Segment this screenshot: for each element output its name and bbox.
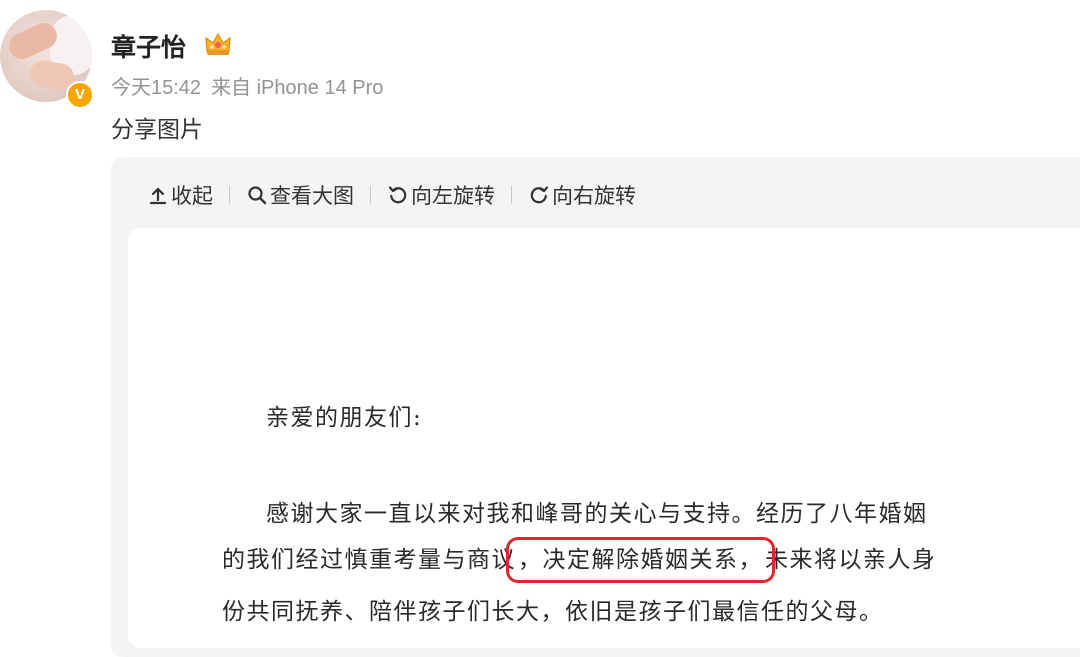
image-toolbar: 收起 查看大图 向左旋转 向右旋转 [147,179,636,211]
letter-line-part: 未来将以亲人身 [765,547,937,573]
verified-badge-icon: V [66,81,94,109]
post-time[interactable]: 今天15:42 [111,77,201,99]
search-icon [248,186,267,205]
crown-icon[interactable] [203,29,233,59]
letter-greeting: 亲爱的朋友们: [266,405,423,431]
collapse-icon [149,187,167,205]
rotate-left-button[interactable]: 向左旋转 [387,180,495,210]
post-meta: 今天15:42 来自 iPhone 14 Pro [111,71,383,100]
rotate-right-icon [530,186,549,204]
toolbar-divider [229,186,230,204]
rotate-right-button[interactable]: 向右旋转 [528,180,636,210]
view-large-label: 查看大图 [270,184,354,208]
letter-line-part: 的我们经过慎重考量与商议 [222,547,516,573]
letter-line: 份共同抚养、陪伴孩子们长大，依旧是孩子们最信任的父母。 [222,599,884,625]
letter-line: 的我们经过慎重考量与商议，决定解除婚姻关系，未来将以亲人身 [222,537,937,583]
rotate-right-label: 向右旋转 [552,184,636,208]
highlighted-phrase: ，决定解除婚姻关系， [506,537,775,583]
username[interactable]: 章子怡 [111,28,186,64]
collapse-button[interactable]: 收起 [147,180,213,210]
post-text: 分享图片 [111,117,203,143]
shared-image[interactable] [128,228,1080,648]
post-source: 来自 iPhone 14 Pro [211,77,384,99]
letter-line: 感谢大家一直以来对我和峰哥的关心与支持。经历了八年婚姻 [266,501,928,527]
rotate-left-label: 向左旋转 [411,184,495,208]
toolbar-divider [511,186,512,204]
rotate-left-icon [388,186,407,204]
collapse-label: 收起 [171,184,213,208]
view-large-button[interactable]: 查看大图 [246,180,354,210]
toolbar-divider [370,186,371,204]
